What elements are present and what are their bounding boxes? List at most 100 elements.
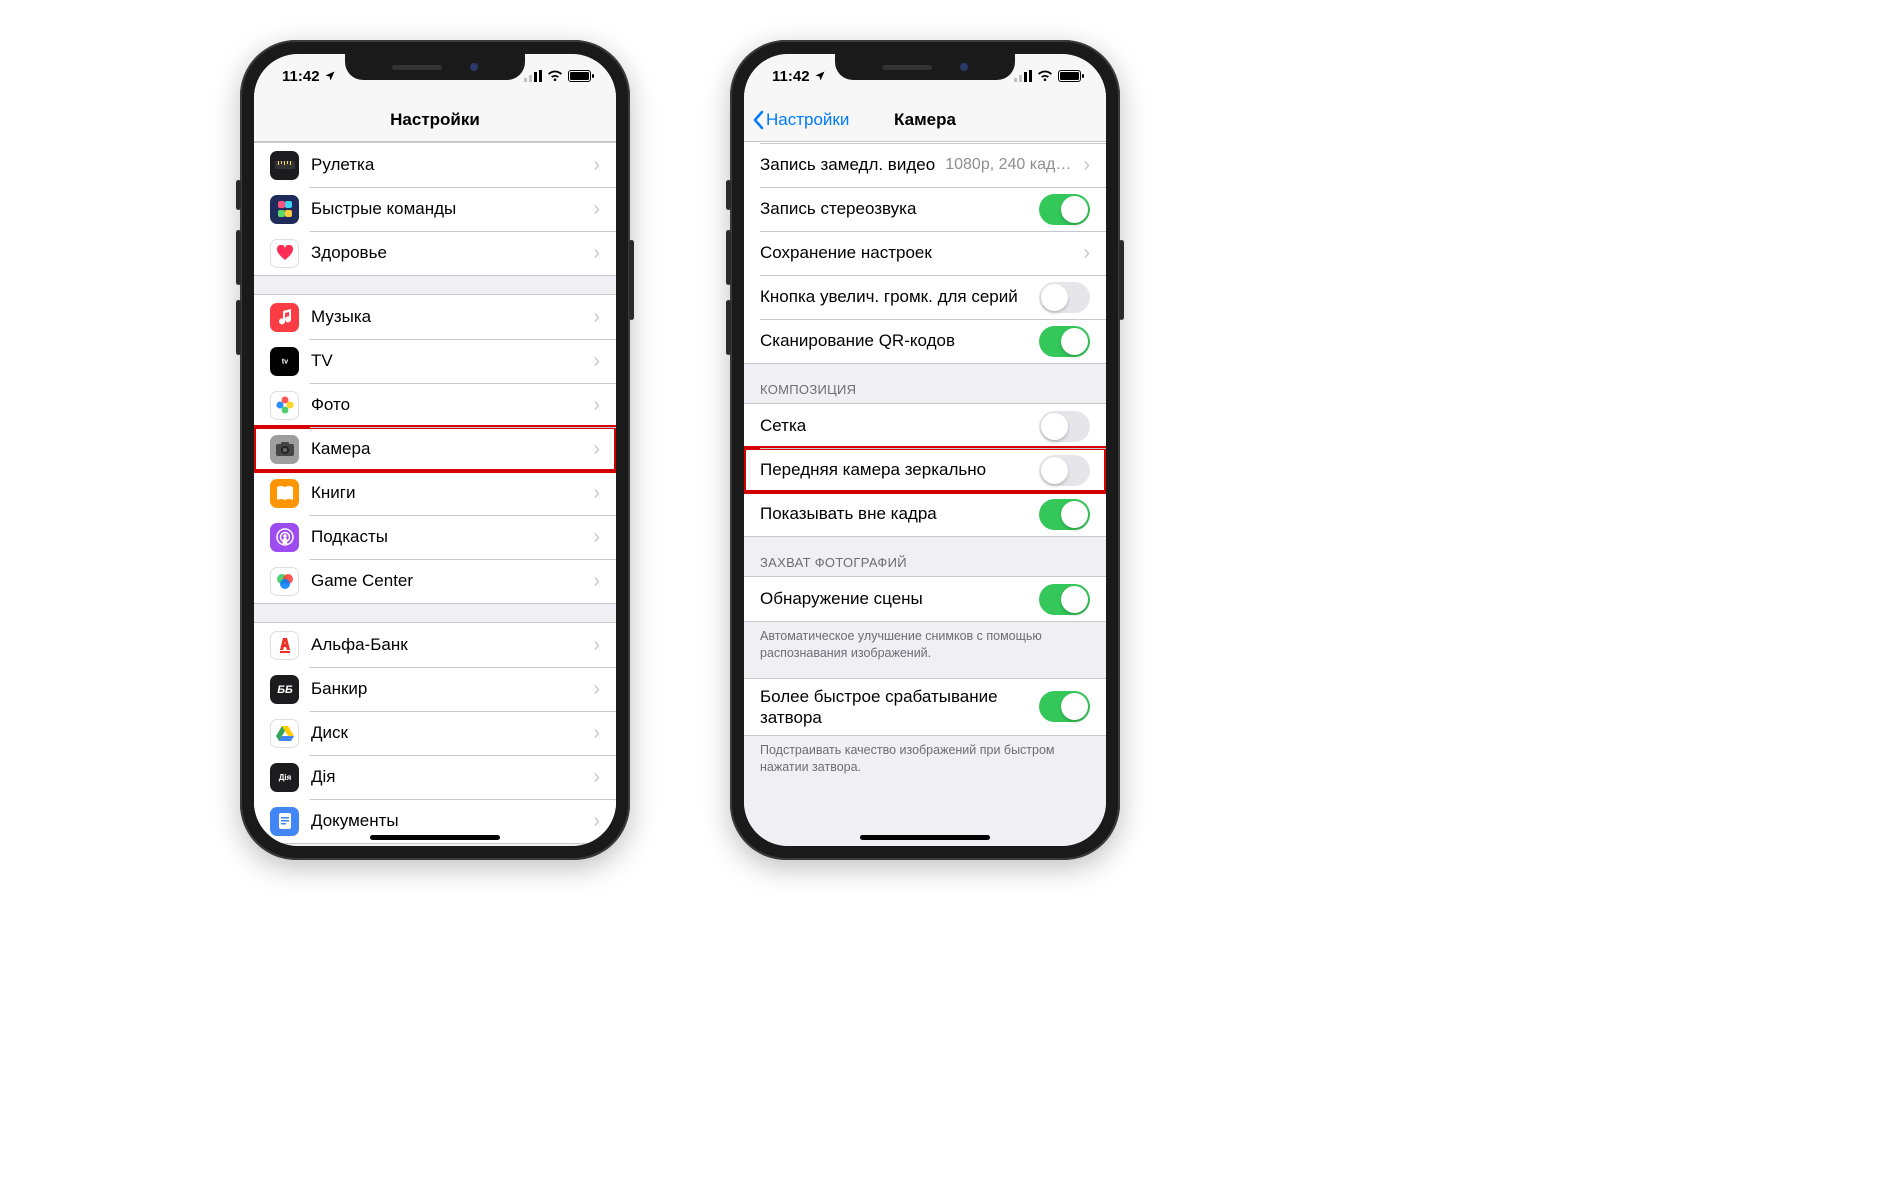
location-icon [814,70,826,82]
app-icon [270,719,299,748]
chevron-right-icon: › [593,722,600,745]
wifi-icon [547,70,563,82]
row-label: Рулетка [311,154,589,175]
app-icon: Дія [270,763,299,792]
camera-row-запись-стереозвука[interactable]: Запись стереозвука [744,187,1106,231]
settings-row-game-center[interactable]: Game Center › [254,559,616,603]
row-label: Дія [311,766,589,787]
notch [835,54,1015,80]
toggle-switch[interactable] [1039,691,1090,722]
settings-row-здоровье[interactable]: Здоровье › [254,231,616,275]
row-label: Подкасты [311,526,589,547]
cellular-icon [524,70,542,82]
chevron-right-icon: › [593,482,600,505]
toggle-switch[interactable] [1039,455,1090,486]
toggle-switch[interactable] [1039,282,1090,313]
camera-row-кнопка-увелич-громк-для-серий[interactable]: Кнопка увелич. громк. для серий [744,275,1106,319]
chevron-right-icon: › [593,678,600,701]
settings-row-рулетка[interactable]: Рулетка › [254,143,616,187]
settings-row-подкасты[interactable]: Подкасты › [254,515,616,559]
row-label: Банкир [311,678,589,699]
row-label: Показывать вне кадра [760,503,1039,524]
row-label: Более быстрое срабатывание затвора [760,686,1039,729]
camera-row-обнаружение-сцены[interactable]: Обнаружение сцены [744,577,1106,621]
app-icon [270,239,299,268]
screen-settings: 11:42 Настройки Рулетка › Быстрые коман [254,54,616,846]
app-icon [270,523,299,552]
row-label: TV [311,350,589,371]
settings-row-камера[interactable]: Камера › [254,427,616,471]
camera-row-более-быстрое-срабатывание-затвора[interactable]: Более быстрое срабатывание затвора [744,679,1106,735]
settings-row-быстрые-команды[interactable]: Быстрые команды › [254,187,616,231]
status-time: 11:42 [772,68,810,85]
back-label: Настройки [766,110,849,130]
row-label: Сканирование QR-кодов [760,330,1039,351]
settings-row-банкир[interactable]: ББ Банкир › [254,667,616,711]
row-label: Музыка [311,306,589,327]
camera-row-сканирование-qr-кодов[interactable]: Сканирование QR-кодов [744,319,1106,363]
row-label: Game Center [311,570,589,591]
camera-row-показывать-вне-кадра[interactable]: Показывать вне кадра [744,492,1106,536]
toggle-switch[interactable] [1039,584,1090,615]
chevron-right-icon: › [593,570,600,593]
home-indicator[interactable] [860,835,990,840]
app-icon [270,807,299,836]
row-label: Диск [311,722,589,743]
chevron-right-icon: › [1083,154,1090,177]
phone-frame-right: 11:42 Настройки Камера Запись вид [730,40,1120,860]
camera-row-запись-замедл-видео[interactable]: Запись замедл. видео1080p, 240 кад… › [744,143,1106,187]
row-label: Камера [311,438,589,459]
battery-icon [1058,70,1084,82]
app-icon: tv [270,347,299,376]
row-label: Здоровье [311,242,589,263]
toggle-switch[interactable] [1039,411,1090,442]
settings-row-дія[interactable]: Дія Дія › [254,755,616,799]
home-indicator[interactable] [370,835,500,840]
camera-row-сохранение-настроек[interactable]: Сохранение настроек› [744,231,1106,275]
camera-content[interactable]: Запись видео 4K, 30 кадр/с ›Запись замед… [744,142,1106,846]
row-label: Запись замедл. видео [760,154,945,175]
status-time: 11:42 [282,68,320,85]
chevron-right-icon: › [1083,242,1090,265]
settings-content[interactable]: Рулетка › Быстрые команды › Здоровье › М… [254,142,616,846]
settings-row-фото[interactable]: Фото › [254,383,616,427]
chevron-right-icon: › [593,154,600,177]
notch [345,54,525,80]
app-icon [270,195,299,224]
toggle-switch[interactable] [1039,194,1090,225]
camera-row-передняя-камера-зеркально[interactable]: Передняя камера зеркально [744,448,1106,492]
camera-row-сетка[interactable]: Сетка [744,404,1106,448]
settings-row-диск[interactable]: Диск › [254,711,616,755]
toggle-switch[interactable] [1039,326,1090,357]
svg-text:tv: tv [281,357,288,366]
svg-text:ББ: ББ [277,684,293,696]
battery-icon [568,70,594,82]
settings-row-tv[interactable]: tv TV › [254,339,616,383]
chevron-right-icon: › [593,810,600,833]
settings-row-альфа-банк[interactable]: Альфа-Банк › [254,623,616,667]
row-label: Сохранение настроек [760,242,1079,263]
row-label: Обнаружение сцены [760,588,1039,609]
nav-bar: Настройки Камера [744,98,1106,142]
row-label: Альфа-Банк [311,634,589,655]
settings-row-музыка[interactable]: Музыка › [254,295,616,339]
section-footer-scene: Автоматическое улучшение снимков с помощ… [744,622,1106,670]
row-label: Быстрые команды [311,198,589,219]
chevron-right-icon: › [593,438,600,461]
app-icon [270,391,299,420]
chevron-right-icon: › [593,350,600,373]
row-label: Книги [311,482,589,503]
screen-camera-settings: 11:42 Настройки Камера Запись вид [744,54,1106,846]
page-title: Настройки [390,110,480,130]
back-button[interactable]: Настройки [752,98,849,141]
toggle-switch[interactable] [1039,499,1090,530]
section-header-capture: ЗАХВАТ ФОТОГРАФИЙ [744,537,1106,576]
location-icon [324,70,336,82]
row-detail: 1080p, 240 кад… [945,156,1071,174]
phone-frame-left: 11:42 Настройки Рулетка › Быстрые коман [240,40,630,860]
app-icon [270,567,299,596]
chevron-right-icon: › [593,634,600,657]
section-header-composition: КОМПОЗИЦИЯ [744,364,1106,403]
settings-row-книги[interactable]: Книги › [254,471,616,515]
chevron-left-icon [752,110,764,130]
